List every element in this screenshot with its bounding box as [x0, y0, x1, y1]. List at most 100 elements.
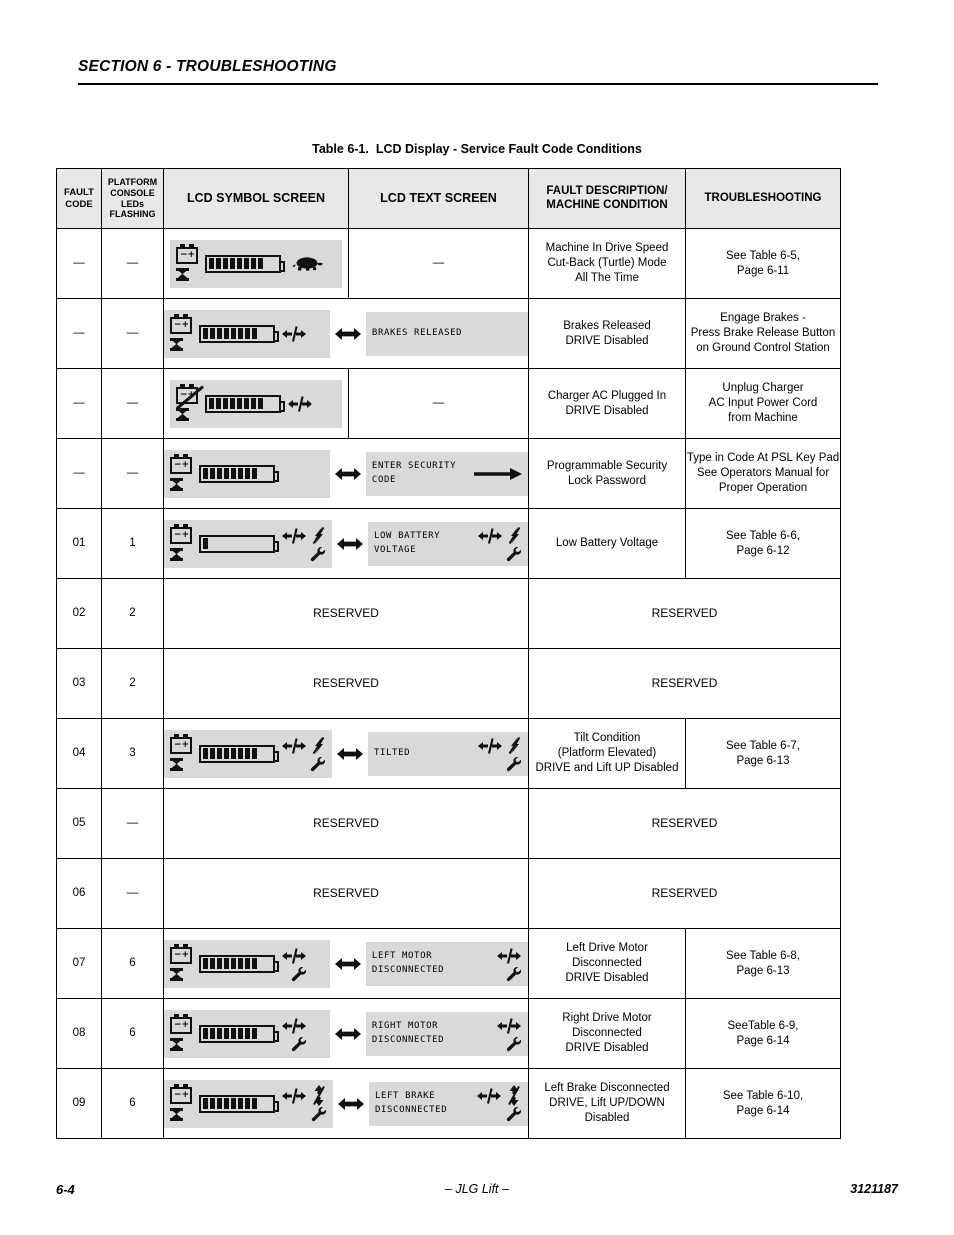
cell-reserved-description: RESERVED	[528, 578, 841, 649]
lcd-symbol-only: −+	[164, 379, 348, 428]
cell-leds-flashing: —	[101, 228, 164, 299]
drive-disabled-icon	[478, 737, 502, 754]
drive-disabled-icon	[478, 527, 502, 544]
battery-bar	[222, 258, 228, 269]
turtle-icon	[292, 257, 323, 271]
battery-bar	[236, 398, 242, 409]
cell-leds-flashing: —	[101, 788, 164, 859]
battery-bar	[229, 398, 235, 409]
cell-lcd-screens: − + TILTED	[163, 718, 529, 789]
cell-reserved-symbol-text: RESERVED	[163, 788, 529, 859]
lcd-symbol-panel: −+	[164, 1009, 330, 1058]
battery-bar	[216, 1098, 222, 1109]
right-arrow-icon	[474, 467, 522, 480]
hourglass-icon	[170, 967, 183, 981]
lcd-icon-line-primary	[281, 1016, 307, 1036]
battery-bar	[202, 538, 208, 549]
wrench-icon	[506, 1036, 522, 1051]
lcd-text-lines: LEFT MOTOR DISCONNECTED	[371, 951, 445, 975]
battery-bars	[202, 1028, 257, 1039]
drive-disabled-icon	[282, 325, 306, 342]
cell-fault-description: Left Drive Motor Disconnected DRIVE Disa…	[528, 928, 686, 999]
lcd-icon-line-secondary	[281, 1036, 307, 1052]
lcd-symbol-left-stack: −+	[170, 453, 197, 491]
battery-bars	[208, 398, 263, 409]
battery-level-gauge	[199, 464, 279, 483]
alternating-screen-arrow	[334, 1026, 361, 1042]
table-row: — — − + — Machine In Drive Speed Cut-Back (Tu…	[56, 228, 841, 299]
battery-bar	[230, 958, 236, 969]
lcd-icon-line-secondary	[476, 1106, 522, 1122]
lcd-screen-pair: − + LOW BATTERY VOLTAGE	[164, 519, 528, 568]
cell-lcd-text: —	[348, 228, 529, 299]
fault-code-table: FAULT CODE PLATFORM CONSOLE LEDs FLASHIN…	[56, 168, 841, 1139]
battery-bar	[215, 398, 221, 409]
battery-polarity-marks: −+	[174, 459, 190, 470]
battery-level-gauge	[205, 254, 285, 273]
battery-bar	[237, 328, 243, 339]
cell-lcd-screens: − + RIGHT MOTOR DISCONNECTED	[163, 998, 529, 1069]
cell-fault-code: —	[56, 368, 102, 439]
cell-troubleshooting: See Table 6-8, Page 6-13	[685, 928, 841, 999]
hourglass-body	[171, 1039, 182, 1049]
cell-lcd-screens: − + LEFT BRAKE DISCONNECTED	[163, 1068, 529, 1139]
drive-disabled-icon	[288, 395, 312, 412]
battery-level-gauge	[199, 324, 279, 343]
lcd-symbol-left-stack: −+	[176, 243, 203, 281]
hourglass-body	[171, 969, 182, 979]
lcd-screen-pair: − + BRAKES RELEASED	[164, 309, 528, 358]
battery-bar	[230, 1098, 236, 1109]
battery-bar	[230, 1028, 236, 1039]
battery-bar	[251, 958, 257, 969]
battery-bar	[223, 468, 229, 479]
battery-bar	[257, 258, 263, 269]
cell-fault-code: 03	[56, 648, 102, 719]
battery-icon: − +	[170, 313, 192, 334]
cell-troubleshooting: Type in Code At PSL Key Pad See Operator…	[685, 438, 841, 509]
battery-icon: − +	[170, 943, 192, 964]
cell-troubleshooting: Unplug Charger AC Input Power Cord from …	[685, 368, 841, 439]
cell-troubleshooting: See Table 6-6, Page 6-12	[685, 508, 841, 579]
lift-disabled-icon	[312, 526, 325, 545]
hourglass-icon	[170, 547, 183, 561]
lcd-icon-line-primary	[496, 1016, 522, 1036]
battery-bar	[250, 258, 256, 269]
table-body: — — − + — Machine In Drive Speed Cut-Back (Tu…	[56, 228, 841, 1139]
cell-leds-flashing: 2	[101, 578, 164, 649]
cell-leds-flashing: 1	[101, 508, 164, 579]
lcd-icon-line-secondary	[477, 756, 522, 772]
drive-disabled-icon	[497, 947, 521, 964]
lift-disabled-icon	[312, 736, 325, 755]
table-caption-title: LCD Display - Service Fault Code Conditi…	[375, 142, 642, 156]
double-arrow-icon	[337, 537, 363, 550]
lcd-icon-line-primary	[477, 736, 522, 756]
cell-fault-description: Charger AC Plugged In DRIVE Disabled	[528, 368, 686, 439]
alternating-screen-arrow	[338, 1096, 364, 1112]
wrench-icon	[506, 1106, 522, 1121]
battery-level-gauge	[199, 1024, 279, 1043]
cell-fault-code: —	[56, 298, 102, 369]
cell-fault-code: 05	[56, 788, 102, 859]
drive-disabled-icon	[282, 1087, 306, 1104]
battery-bar	[202, 1028, 208, 1039]
wrench-icon	[506, 546, 522, 561]
battery-bar	[251, 1028, 257, 1039]
battery-bar	[243, 398, 249, 409]
battery-bar	[243, 258, 249, 269]
double-arrow-icon	[334, 957, 361, 970]
lift-disabled-icon	[508, 736, 521, 755]
turtle-mode-indicator	[292, 255, 324, 272]
lcd-symbol-panel: −+	[164, 1079, 333, 1128]
battery-bar	[229, 258, 235, 269]
battery-bar	[202, 1098, 208, 1109]
wrench-icon	[291, 966, 307, 981]
lcd-icon-line-primary	[281, 324, 307, 344]
battery-bar	[230, 328, 236, 339]
battery-level-gauge	[199, 744, 279, 763]
cell-leds-flashing: 3	[101, 718, 164, 789]
lcd-text-lines: BRAKES RELEASED	[371, 327, 463, 338]
battery-bar	[216, 1028, 222, 1039]
battery-bar	[251, 1098, 257, 1109]
lcd-icon-line-primary	[281, 946, 307, 966]
hourglass-body	[171, 759, 182, 769]
